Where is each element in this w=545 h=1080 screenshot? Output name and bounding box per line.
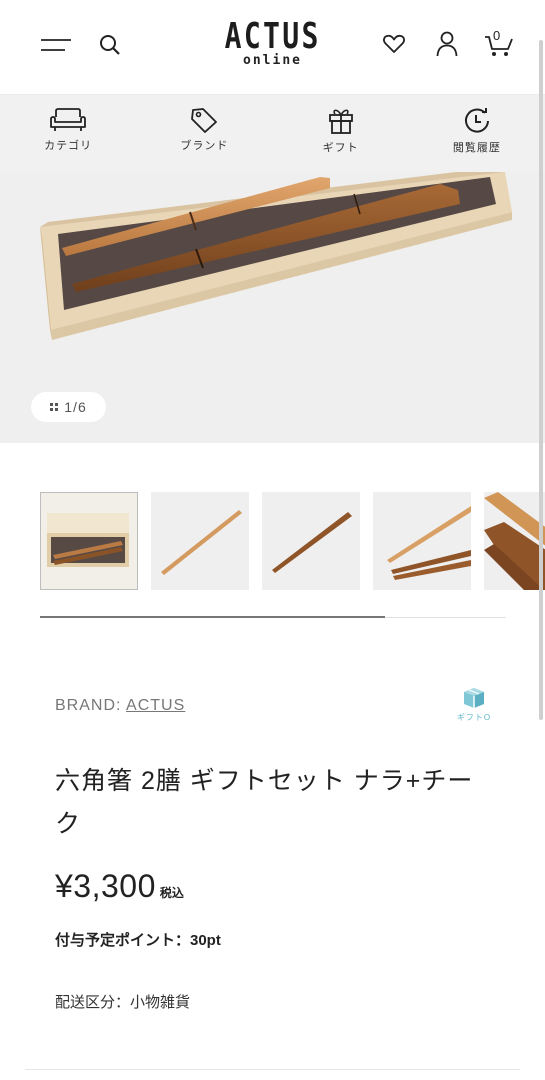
page-scrollbar[interactable]	[539, 40, 543, 720]
thumb-image	[484, 492, 545, 590]
gift-box-icon	[464, 688, 484, 708]
thumbnail-strip[interactable]	[40, 492, 545, 592]
heart-icon[interactable]	[382, 33, 406, 55]
brand-line: BRAND: ACTUS	[55, 697, 185, 715]
cart-count: 0	[493, 28, 501, 43]
nav-item-category[interactable]: カテゴリ	[0, 95, 136, 172]
nav-label: 閲覧履歴	[452, 142, 501, 154]
thumb-image	[262, 492, 360, 590]
sofa-icon	[50, 108, 87, 131]
divider	[25, 1069, 520, 1070]
thumbnail[interactable]	[373, 492, 471, 590]
shipping-category: 配送区分：小物雑貨	[55, 994, 191, 1011]
thumbnail[interactable]	[484, 492, 545, 590]
pager-text: 1/6	[64, 399, 87, 415]
brand-link[interactable]: ACTUS	[126, 697, 185, 714]
image-pager[interactable]: 1/6	[31, 392, 106, 422]
price-amount: ¥3,300	[55, 868, 156, 904]
nav-label: ブランド	[180, 140, 229, 152]
product-title: 六角箸 2膳 ギフトセット ナラ+チーク	[55, 767, 474, 838]
product-price: ¥3,300 税込	[55, 868, 184, 905]
gift-badge: ギフトO	[452, 686, 496, 723]
grid-icon	[50, 403, 59, 411]
gift-icon	[328, 109, 353, 134]
user-icon[interactable]	[435, 31, 459, 57]
nav-item-brand[interactable]: ブランド	[136, 95, 272, 172]
tax-label: 税込	[159, 886, 184, 900]
actus-logo[interactable]: ACTUS online	[0, 16, 545, 69]
brand-prefix: BRAND:	[55, 697, 127, 714]
thumbnail[interactable]	[40, 492, 138, 590]
history-icon	[464, 108, 489, 133]
thumbnail[interactable]	[151, 492, 249, 590]
gift-badge-label: ギフトO	[456, 713, 492, 722]
thumb-image	[41, 493, 137, 589]
cart-icon[interactable]: 0	[484, 28, 514, 58]
nav-item-history[interactable]: 閲覧履歴	[409, 95, 545, 172]
quick-nav: カテゴリ ブランド ギフト 閲覧履歴	[0, 95, 545, 172]
thumbnail[interactable]	[262, 492, 360, 590]
nav-label: ギフト	[322, 142, 359, 154]
nav-label: カテゴリ	[44, 140, 93, 152]
thumbnail-scroll-thumb[interactable]	[40, 616, 385, 618]
reward-points: 付与予定ポイント：30pt	[55, 932, 221, 949]
site-header: ACTUS online 0	[0, 0, 545, 95]
thumb-image	[151, 492, 249, 590]
logo-main: ACTUS	[224, 16, 321, 57]
nav-item-gift[interactable]: ギフト	[273, 95, 409, 172]
tag-icon	[191, 108, 218, 133]
thumb-image	[373, 492, 471, 590]
